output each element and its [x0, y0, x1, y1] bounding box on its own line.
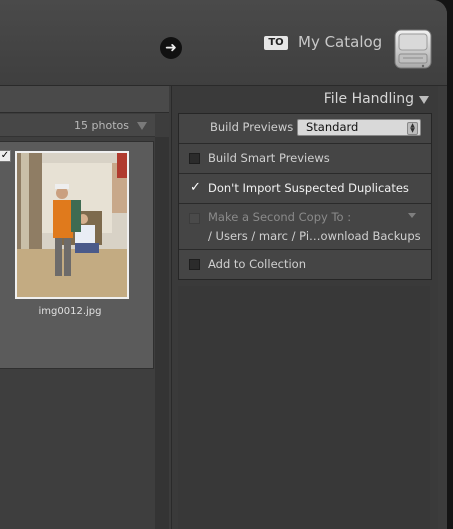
no-duplicates-row[interactable]: ✓ Don't Import Suspected Duplicates [179, 174, 431, 204]
photo-grid: ✓ img0012.jpg [0, 137, 155, 529]
photo-thumbnail[interactable] [15, 151, 129, 299]
grid-header: 15 photos [0, 114, 155, 137]
section-title: File Handling [323, 91, 414, 107]
right-panel: File Handling Build Previews Standard ▲ ▼… [171, 86, 438, 529]
add-collection-row[interactable]: Add to Collection [179, 250, 431, 279]
add-collection-label[interactable]: Add to Collection [208, 257, 306, 271]
triangle-down-icon[interactable] [408, 213, 416, 218]
select-value: Standard [306, 120, 359, 134]
build-previews-row: Build Previews Standard ▲ ▼ [179, 114, 431, 144]
chevron-updown-icon: ▲ ▼ [407, 122, 418, 135]
add-collection-checkbox[interactable] [189, 259, 200, 270]
triangle-down-icon[interactable] [419, 96, 429, 104]
file-handling-header[interactable]: File Handling [172, 86, 438, 112]
photo-count: 15 photos [74, 119, 129, 132]
second-copy-checkbox[interactable] [189, 213, 200, 224]
smart-previews-checkbox[interactable] [189, 153, 200, 164]
second-copy-row[interactable]: Make a Second Copy To : / Users / marc /… [179, 204, 431, 250]
left-panel: 15 photos ✓ img0012.jpg [0, 86, 169, 529]
thumbnail-filename: img0012.jpg [38, 306, 102, 317]
second-copy-label: Make a Second Copy To : [208, 210, 352, 224]
import-window: ➜ TO My Catalog 15 photos ✓ img0012.jpg … [0, 0, 447, 529]
triangle-down-icon[interactable] [137, 122, 147, 130]
left-panel-header [0, 86, 169, 113]
top-bar: ➜ TO My Catalog [0, 0, 447, 86]
include-checkbox[interactable]: ✓ [0, 150, 11, 162]
grid-cell[interactable]: ✓ img0012.jpg [0, 141, 154, 369]
second-copy-path: / Users / marc / Pi…ownload Backups [208, 229, 421, 243]
checkmark-icon[interactable]: ✓ [189, 181, 201, 194]
arrow-right-icon[interactable]: ➜ [160, 37, 182, 59]
panel-empty-area [178, 286, 430, 529]
photo-image [17, 153, 127, 297]
no-duplicates-label[interactable]: Don't Import Suspected Duplicates [208, 181, 409, 195]
smart-previews-label[interactable]: Build Smart Previews [208, 151, 330, 165]
smart-previews-row[interactable]: Build Smart Previews [179, 144, 431, 174]
grid-scrollbar[interactable] [155, 137, 169, 529]
build-previews-select[interactable]: Standard ▲ ▼ [297, 119, 421, 136]
build-previews-label: Build Previews [210, 120, 294, 134]
to-badge: TO [264, 36, 288, 50]
catalog-name[interactable]: My Catalog [298, 33, 382, 51]
hard-drive-icon[interactable] [392, 28, 434, 70]
file-handling-options: Build Previews Standard ▲ ▼ Build Smart P… [178, 113, 432, 280]
